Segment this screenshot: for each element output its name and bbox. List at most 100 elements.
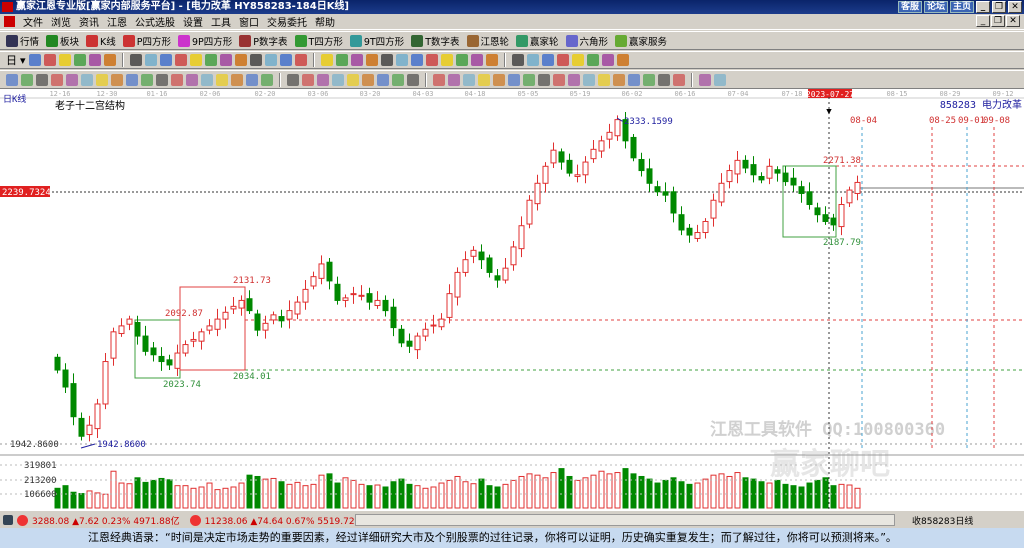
- mdi-restore-button[interactable]: ❐: [991, 15, 1005, 27]
- draw-tool-icon-39[interactable]: [613, 73, 625, 86]
- menu-file[interactable]: 文件: [23, 14, 43, 29]
- tool-icon-17[interactable]: [294, 54, 307, 66]
- draw-tool-icon-32[interactable]: [508, 73, 520, 86]
- draw-tool-icon-5[interactable]: [81, 73, 93, 86]
- draw-tool-icon-3[interactable]: [51, 73, 63, 86]
- tool-icon-14[interactable]: [249, 54, 262, 66]
- draw-tool-icon-40[interactable]: [628, 73, 640, 86]
- draw-tool-icon-17[interactable]: [261, 73, 273, 86]
- draw-tool-icon-14[interactable]: [216, 73, 228, 86]
- app-menu-icon[interactable]: [4, 16, 15, 27]
- draw-tool-icon-38[interactable]: [598, 73, 610, 86]
- tool-icon-9[interactable]: [174, 54, 187, 66]
- toolbar-button-ps[interactable]: P四方形: [122, 34, 171, 48]
- draw-tool-icon-28[interactable]: [448, 73, 460, 86]
- tool-icon-2[interactable]: [58, 54, 71, 66]
- draw-tool-icon-18[interactable]: [287, 73, 299, 86]
- draw-tool-icon-12[interactable]: [186, 73, 198, 86]
- draw-tool-icon-0[interactable]: [6, 73, 18, 86]
- home-link[interactable]: 主页: [949, 1, 974, 13]
- draw-tool-icon-7[interactable]: [111, 73, 123, 86]
- draw-tool-icon-42[interactable]: [658, 73, 670, 86]
- draw-tool-icon-29[interactable]: [463, 73, 475, 86]
- tool-icon-18[interactable]: [320, 54, 333, 66]
- toolbar-button-tn[interactable]: T数字表: [411, 34, 460, 48]
- toolbar-button-kline[interactable]: K线: [86, 34, 116, 48]
- chart-canvas[interactable]: 12-16 12-30 01-16 02-06 02-20 03-06 03-20 04-03…: [0, 89, 1024, 511]
- draw-tool-icon-20[interactable]: [317, 73, 329, 86]
- tool-icon-20[interactable]: [350, 54, 363, 66]
- forum-link[interactable]: 论坛: [923, 1, 948, 13]
- tool-icon-13[interactable]: [234, 54, 247, 66]
- draw-tool-icon-26[interactable]: [407, 73, 419, 86]
- close-button[interactable]: ✕: [1008, 1, 1022, 13]
- draw-tool-icon-44[interactable]: [699, 73, 711, 86]
- tool-icon-1[interactable]: [43, 54, 56, 66]
- tool-icon-26[interactable]: [440, 54, 453, 66]
- toolbar-button-pn[interactable]: P数字表: [239, 34, 288, 48]
- menu-gann[interactable]: 江恩: [107, 14, 127, 29]
- draw-tool-icon-13[interactable]: [201, 73, 213, 86]
- tool-icon-24[interactable]: [410, 54, 423, 66]
- draw-tool-icon-15[interactable]: [231, 73, 243, 86]
- toolbar-button-dollar[interactable]: 赢家服务: [615, 34, 667, 48]
- tool-icon-16[interactable]: [279, 54, 292, 66]
- draw-tool-icon-25[interactable]: [392, 73, 404, 86]
- tool-icon-22[interactable]: [380, 54, 393, 66]
- draw-tool-icon-10[interactable]: [156, 73, 168, 86]
- toolbar-button-t9[interactable]: 9T四方形: [349, 34, 404, 48]
- draw-tool-icon-1[interactable]: [21, 73, 33, 86]
- draw-tool-icon-37[interactable]: [583, 73, 595, 86]
- tool-icon-5[interactable]: [103, 54, 116, 66]
- menu-news[interactable]: 资讯: [79, 14, 99, 29]
- tool-icon-36[interactable]: [601, 54, 614, 66]
- draw-tool-icon-31[interactable]: [493, 73, 505, 86]
- service-link[interactable]: 客服: [897, 1, 922, 13]
- tool-icon-29[interactable]: [485, 54, 498, 66]
- tool-icon-37[interactable]: [616, 54, 629, 66]
- tool-icon-21[interactable]: [365, 54, 378, 66]
- draw-tool-icon-30[interactable]: [478, 73, 490, 86]
- draw-tool-icon-34[interactable]: [538, 73, 550, 86]
- draw-tool-icon-8[interactable]: [126, 73, 138, 86]
- toolbar-button-winner-wheel[interactable]: 赢家轮: [516, 34, 559, 48]
- menu-formula[interactable]: 公式选股: [135, 14, 175, 29]
- mdi-minimize-button[interactable]: _: [976, 15, 990, 27]
- tool-icon-23[interactable]: [395, 54, 408, 66]
- kline-chart[interactable]: 12-16 12-30 01-16 02-06 02-20 03-06 03-20 04-03…: [0, 89, 1024, 511]
- calculator-icon[interactable]: [3, 515, 13, 525]
- tool-icon-33[interactable]: [556, 54, 569, 66]
- draw-tool-icon-43[interactable]: [673, 73, 685, 86]
- tool-icon-6[interactable]: [129, 54, 142, 66]
- menu-tools[interactable]: 工具: [211, 14, 231, 29]
- draw-tool-icon-2[interactable]: [36, 73, 48, 86]
- tool-icon-27[interactable]: [455, 54, 468, 66]
- draw-tool-icon-36[interactable]: [568, 73, 580, 86]
- toolbar-button-sector[interactable]: 板块: [46, 34, 79, 48]
- draw-tool-icon-6[interactable]: [96, 73, 108, 86]
- toolbar-button-ts[interactable]: T四方形: [294, 34, 343, 48]
- draw-tool-icon-9[interactable]: [141, 73, 153, 86]
- draw-tool-icon-19[interactable]: [302, 73, 314, 86]
- draw-tool-icon-35[interactable]: [553, 73, 565, 86]
- draw-tool-icon-11[interactable]: [171, 73, 183, 86]
- menu-settings[interactable]: 设置: [183, 14, 203, 29]
- tool-icon-11[interactable]: [204, 54, 217, 66]
- tool-icon-31[interactable]: [526, 54, 539, 66]
- draw-tool-icon-41[interactable]: [643, 73, 655, 86]
- tool-icon-3[interactable]: [73, 54, 86, 66]
- draw-tool-icon-4[interactable]: [66, 73, 78, 86]
- toolbar-button-gann-wheel[interactable]: 江恩轮: [466, 34, 509, 48]
- tool-icon-8[interactable]: [159, 54, 172, 66]
- tool-icon-10[interactable]: [189, 54, 202, 66]
- draw-tool-icon-23[interactable]: [362, 73, 374, 86]
- tool-icon-7[interactable]: [144, 54, 157, 66]
- draw-tool-icon-24[interactable]: [377, 73, 389, 86]
- toolbar-button-hexagon[interactable]: 六角形: [565, 34, 608, 48]
- tool-icon-32[interactable]: [541, 54, 554, 66]
- tool-icon-35[interactable]: [586, 54, 599, 66]
- restore-button[interactable]: ❐: [992, 1, 1006, 13]
- tool-icon-25[interactable]: [425, 54, 438, 66]
- draw-tool-icon-22[interactable]: [347, 73, 359, 86]
- draw-tool-icon-27[interactable]: [433, 73, 445, 86]
